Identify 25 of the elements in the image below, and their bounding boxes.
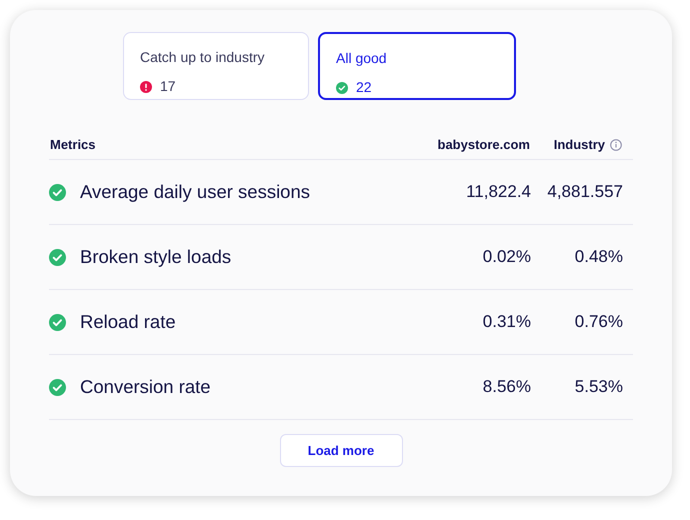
table-cell-text: 0.48% xyxy=(574,246,624,268)
table-cell-text: 0.31% xyxy=(482,311,531,334)
metric-name: Reload rate xyxy=(80,310,176,334)
info-icon xyxy=(610,138,622,150)
column-header: Industry xyxy=(554,136,605,154)
column-header: Metrics xyxy=(50,136,97,154)
table-cell-text: 5.53% xyxy=(574,376,624,398)
check-icon xyxy=(49,184,66,200)
table-cell-text: 0.02% xyxy=(482,246,531,268)
check-icon xyxy=(336,82,348,94)
table-cell-text: 8.56% xyxy=(482,376,531,398)
filter-tab[interactable]: Catch up to industry 17 xyxy=(123,32,309,100)
check-icon xyxy=(49,248,66,266)
column-header: babystore.com xyxy=(436,136,530,154)
filter-tab[interactable]: All good 22 xyxy=(318,32,516,100)
table-cell-text: 4,881.557 xyxy=(546,181,624,204)
check-icon xyxy=(49,314,66,330)
metric-name: Conversion rate xyxy=(80,375,211,400)
load-more-button[interactable]: Load more xyxy=(280,434,402,467)
table-cell-text: 0.76% xyxy=(574,311,624,334)
table-cell-text: 11,822.4 xyxy=(465,181,531,204)
alert-icon xyxy=(140,80,152,92)
metric-name: Average daily user sessions xyxy=(80,180,310,204)
check-icon xyxy=(49,378,66,396)
metric-name: Broken style loads xyxy=(80,245,232,270)
